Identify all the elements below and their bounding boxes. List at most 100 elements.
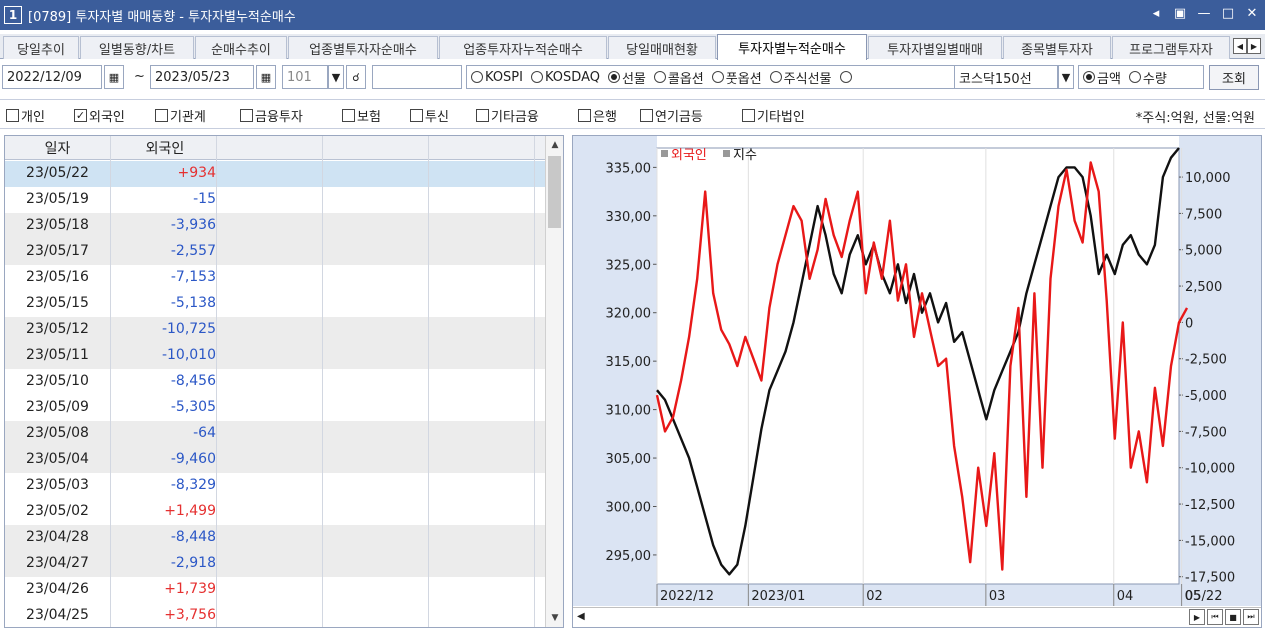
screen-icon[interactable]: ▣ bbox=[1173, 6, 1187, 21]
left-tick-label: 305,00 bbox=[606, 452, 652, 467]
x-tick-label: 2022/12 bbox=[660, 589, 714, 604]
chart-first-icon[interactable]: ⏮ bbox=[1207, 609, 1223, 625]
checkbox-insurance[interactable]: 보험 bbox=[342, 106, 381, 125]
checkbox-financial-investment[interactable]: 금융투자 bbox=[240, 106, 303, 125]
table-row[interactable]: 23/05/08 -64 bbox=[5, 421, 545, 447]
radio-call-option[interactable]: 콜옵션 bbox=[653, 68, 704, 87]
scroll-down-icon[interactable]: ▼ bbox=[546, 609, 563, 627]
line-chart: 335,00 330,00 325,00 320,00 315,00 310,00 305,… bbox=[573, 136, 1261, 606]
row-foreigner-value: -2,557 bbox=[170, 243, 216, 259]
chart-panel[interactable]: 335,00 330,00 325,00 320,00 315,00 310,00 305,… bbox=[572, 135, 1262, 628]
futures-select[interactable]: 코스닥150선 bbox=[954, 65, 1058, 89]
right-tick-label: 0 bbox=[1185, 316, 1193, 331]
tab-sector-investor-net-buy[interactable]: 업종별투자자순매수 bbox=[288, 36, 438, 59]
close-icon[interactable]: ✕ bbox=[1245, 6, 1259, 21]
radio-amount[interactable]: 금액 bbox=[1083, 68, 1121, 87]
radio-quantity[interactable]: 수량 bbox=[1128, 68, 1167, 87]
chart-next-icon[interactable]: ▶ bbox=[1189, 609, 1205, 625]
x-axis-background bbox=[657, 584, 1179, 606]
table-row[interactable]: 23/05/17 -2,557 bbox=[5, 239, 545, 265]
tab-net-buy-trend[interactable]: 순매수추이 bbox=[195, 36, 287, 59]
tab-scroll-left-icon[interactable]: ◀ bbox=[1233, 38, 1247, 54]
table-row[interactable]: 23/04/28 -8,448 bbox=[5, 525, 545, 551]
tab-investor-daily-trading[interactable]: 투자자별일별매매 bbox=[868, 36, 1002, 59]
start-date-input[interactable]: 2022/12/09 bbox=[2, 65, 102, 89]
tab-daily-chart[interactable]: 일별동향/차트 bbox=[80, 36, 194, 59]
window-number-badge: 1 bbox=[4, 6, 22, 24]
checkbox-foreigner[interactable]: ✓ 외국인 bbox=[74, 106, 125, 125]
row-date: 23/04/26 bbox=[26, 581, 89, 597]
table-row[interactable]: 23/05/12 -10,725 bbox=[5, 317, 545, 343]
chart-horizontal-scrollbar[interactable]: ◀ ▶ ⏮ ■ ⏭ bbox=[573, 607, 1261, 627]
scroll-thumb[interactable] bbox=[548, 156, 561, 228]
checkbox-other-finance[interactable]: 기타금융 bbox=[476, 106, 539, 125]
left-tick-label: 325,00 bbox=[606, 258, 652, 273]
checkbox-investment-trust[interactable]: 투신 bbox=[410, 106, 449, 125]
table-row[interactable]: 23/05/02 +1,499 bbox=[5, 499, 545, 525]
table-row[interactable]: 23/05/09 -5,305 bbox=[5, 395, 545, 421]
name-field[interactable] bbox=[372, 65, 462, 89]
query-button[interactable]: 조회 bbox=[1209, 65, 1259, 90]
row-date: 23/05/15 bbox=[26, 295, 89, 311]
code-dropdown-icon[interactable]: ▼ bbox=[328, 65, 344, 89]
calendar-icon[interactable]: ▦ bbox=[256, 65, 276, 89]
calendar-icon[interactable]: ▦ bbox=[104, 65, 124, 89]
tab-investor-cumulative-net-buy[interactable]: 투자자별누적순매수 bbox=[717, 34, 867, 60]
table-row[interactable]: 23/05/10 -8,456 bbox=[5, 369, 545, 395]
end-date-input[interactable]: 2023/05/23 bbox=[150, 65, 254, 89]
right-tick-label: -5,000 bbox=[1185, 389, 1227, 404]
row-date: 23/05/12 bbox=[26, 321, 89, 337]
window-title: [0789] 투자자별 매매동향 - 투자자별누적순매수 bbox=[28, 9, 296, 25]
scroll-left-icon[interactable]: ◀ bbox=[577, 611, 585, 622]
tab-scroll-right-icon[interactable]: ▶ bbox=[1247, 38, 1261, 54]
checkbox-individual[interactable]: 개인 bbox=[6, 106, 45, 125]
scroll-up-icon[interactable]: ▲ bbox=[546, 136, 563, 154]
tab-sector-investor-cumulative[interactable]: 업종투자자누적순매수 bbox=[439, 36, 607, 59]
radio-other-futures[interactable] bbox=[839, 71, 852, 83]
checkbox-pension-fund[interactable]: 연기금등 bbox=[640, 106, 703, 125]
table-row[interactable]: 23/05/03 -8,329 bbox=[5, 473, 545, 499]
tab-bar: 당일추이 일별동향/차트 순매수추이 업종별투자자순매수 업종투자자누적순매수 … bbox=[0, 34, 1265, 60]
radio-put-option[interactable]: 풋옵션 bbox=[711, 68, 762, 87]
table-row[interactable]: 23/05/15 -5,138 bbox=[5, 291, 545, 317]
date-range-separator: ~ bbox=[134, 69, 145, 84]
grid-vertical-scrollbar[interactable]: ▲ ▼ bbox=[545, 136, 563, 627]
data-grid[interactable]: 일자 외국인 23/05/22 +934 23/05/19 -15 23/05/18 -3… bbox=[4, 135, 564, 628]
maximize-icon[interactable]: □ bbox=[1221, 6, 1235, 21]
radio-kosdaq[interactable]: KOSDAQ bbox=[530, 70, 600, 85]
table-row[interactable]: 23/04/26 +1,739 bbox=[5, 577, 545, 603]
checkbox-bank[interactable]: 은행 bbox=[578, 106, 617, 125]
column-divider bbox=[110, 136, 111, 627]
chart-stop-icon[interactable]: ■ bbox=[1225, 609, 1241, 625]
radio-dot-selected bbox=[1083, 71, 1095, 83]
legend-marker bbox=[723, 150, 730, 157]
row-date: 23/05/22 bbox=[26, 165, 89, 181]
row-date: 23/05/02 bbox=[26, 503, 89, 519]
row-date: 23/05/04 bbox=[26, 451, 89, 467]
radio-futures[interactable]: 선물 bbox=[607, 68, 646, 87]
futures-dropdown-icon[interactable]: ▼ bbox=[1058, 65, 1074, 89]
table-row[interactable]: 23/05/11 -10,010 bbox=[5, 343, 545, 369]
table-row[interactable]: 23/05/19 -15 bbox=[5, 187, 545, 213]
row-date: 23/04/27 bbox=[26, 555, 89, 571]
tab-stock-investor[interactable]: 종목별투자자 bbox=[1003, 36, 1111, 59]
table-row[interactable]: 23/04/27 -2,918 bbox=[5, 551, 545, 577]
table-row[interactable]: 23/05/16 -7,153 bbox=[5, 265, 545, 291]
search-icon[interactable]: ☌ bbox=[346, 65, 366, 89]
row-foreigner-value: -8,456 bbox=[170, 373, 216, 389]
minimize-icon[interactable]: — bbox=[1197, 6, 1211, 21]
checkbox-institution[interactable]: 기관계 bbox=[155, 106, 206, 125]
chart-last-icon[interactable]: ⏭ bbox=[1243, 609, 1259, 625]
code-input[interactable]: 101 bbox=[282, 65, 328, 89]
tab-program-investor[interactable]: 프로그램투자자 bbox=[1112, 36, 1230, 59]
radio-stock-futures[interactable]: 주식선물 bbox=[769, 68, 832, 87]
table-row[interactable]: 23/05/18 -3,936 bbox=[5, 213, 545, 239]
checkbox-other-corporate[interactable]: 기타법인 bbox=[742, 106, 805, 125]
tab-intraday-trend[interactable]: 당일추이 bbox=[3, 36, 79, 59]
table-row[interactable]: 23/04/25 +3,756 bbox=[5, 603, 545, 627]
table-row[interactable]: 23/05/04 -9,460 bbox=[5, 447, 545, 473]
table-row[interactable]: 23/05/22 +934 bbox=[5, 161, 545, 187]
tab-today-trading[interactable]: 당일매매현황 bbox=[608, 36, 716, 59]
tab-nav-icon[interactable]: ◂ bbox=[1149, 6, 1163, 21]
radio-kospi[interactable]: KOSPI bbox=[471, 70, 523, 85]
